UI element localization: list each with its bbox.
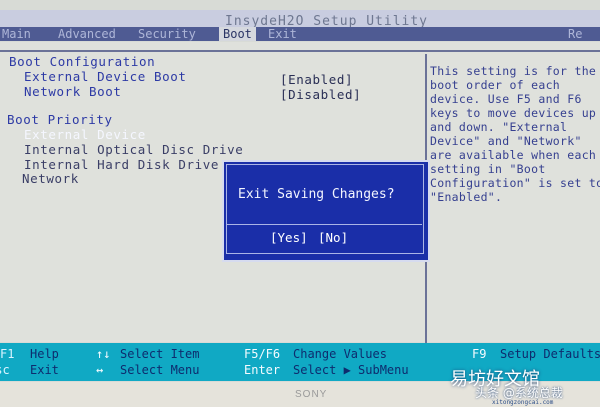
brand-logo: SONY (295, 389, 328, 400)
boot-priority-external-device[interactable]: External Device (24, 127, 146, 142)
menu-item-truncated: Re (568, 27, 583, 41)
exit-label: Exit (30, 363, 59, 377)
no-button[interactable]: [No] (318, 230, 348, 245)
help-text-line: "Enabled". (430, 190, 503, 204)
boot-priority-network[interactable]: Network (22, 171, 79, 186)
yes-button[interactable]: [Yes] (270, 230, 308, 245)
boot-priority-heading: Boot Priority (7, 112, 113, 127)
select-item-label: Select Item (120, 347, 200, 361)
help-text-line: and down. "External (430, 120, 568, 134)
help-text-line: are available when each (430, 148, 597, 162)
menu-item-security[interactable]: Security (138, 27, 196, 41)
select-menu-label: Select Menu (120, 363, 200, 377)
arrow-updown-icon: ↑↓ (96, 347, 111, 361)
network-boot-value[interactable]: [Disabled] (280, 87, 361, 102)
help-text-line: Configuration" is set to (430, 176, 600, 190)
menu-item-main[interactable]: Main (2, 27, 31, 41)
frame-divider (0, 50, 600, 52)
change-values-label: Change Values (293, 347, 387, 361)
arrow-leftright-icon: ↔ (96, 363, 104, 377)
watermark-url: xitongzongcai.com (492, 399, 554, 406)
bios-screen: InsydeH2O Setup Utility Main Advanced Se… (0, 0, 600, 392)
boot-priority-optical-drive[interactable]: Internal Optical Disc Drive (24, 142, 243, 157)
boot-config-heading: Boot Configuration (9, 54, 156, 69)
help-label: Help (30, 347, 59, 361)
menu-item-boot[interactable]: Boot (219, 27, 256, 41)
esc-key: Esc (0, 363, 10, 377)
f1-key: F1 (0, 347, 15, 361)
enter-key: Enter (244, 363, 281, 377)
menu-item-exit[interactable]: Exit (268, 27, 297, 41)
exit-dialog-title: Exit Saving Changes? (238, 187, 395, 202)
f9-key: F9 (472, 347, 487, 361)
f5-f6-key: F5/F6 (244, 347, 281, 361)
boot-priority-hard-disk[interactable]: Internal Hard Disk Drive (24, 157, 219, 172)
help-text-line: boot order of each (430, 78, 561, 92)
exit-dialog-separator (226, 224, 422, 225)
help-text-line: setting in "Boot (430, 162, 546, 176)
help-text-line: Device" and "Network" (430, 134, 582, 148)
network-boot-label[interactable]: Network Boot (24, 84, 122, 99)
help-text-line: This setting is for the (430, 64, 597, 78)
external-device-boot-value[interactable]: [Enabled] (280, 72, 353, 87)
menu-item-advanced[interactable]: Advanced (58, 27, 116, 41)
setup-defaults-label: Setup Defaults (500, 347, 600, 361)
help-text-line: device. Use F5 and F6 (430, 92, 582, 106)
external-device-boot-label[interactable]: External Device Boot (24, 69, 187, 84)
help-text-line: keys to move devices up (430, 106, 597, 120)
select-submenu-label: Select ▶ SubMenu (293, 363, 409, 377)
